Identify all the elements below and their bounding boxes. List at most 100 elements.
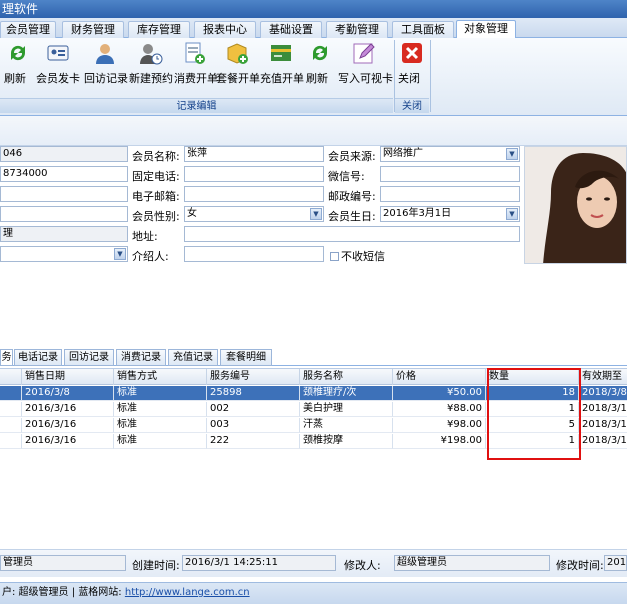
tab-object-management[interactable]: 对象管理 [456, 20, 516, 38]
creator-field: 管理员 [0, 555, 126, 571]
tab-inventory-management[interactable]: 库存管理 [128, 21, 190, 38]
service-name-cell: 美白护理 [300, 402, 393, 417]
column-header-service-code[interactable]: 服务编号 [207, 369, 300, 385]
valid-until-cell: 2018/3/16 [579, 434, 627, 449]
write-visible-card-button[interactable]: 写入可视卡 [338, 40, 393, 92]
member-level-field[interactable]: 理 [0, 226, 128, 242]
birthday-label: 会员生日: [328, 210, 376, 223]
member-source-value: 网络推广 [383, 148, 423, 159]
column-header-service-name[interactable]: 服务名称 [300, 369, 393, 385]
service-code-cell: 003 [207, 418, 300, 433]
user-icon [96, 44, 114, 64]
password-field[interactable] [0, 206, 128, 222]
no-sms-label: 不收短信 [341, 250, 385, 263]
member-name-label: 会员名称: [132, 150, 180, 163]
sale-method-cell: 标准 [114, 434, 207, 449]
gender-select[interactable]: 女 ▼ [184, 206, 324, 222]
refresh-button[interactable]: 刷新 [4, 40, 32, 92]
row-indicator [0, 418, 22, 433]
quantity-column-highlight-box [487, 368, 581, 460]
refresh-button-2[interactable]: 刷新 [306, 40, 334, 92]
email-field[interactable] [184, 186, 324, 202]
row-indicator [0, 434, 22, 449]
close-button[interactable]: 关闭 [398, 40, 426, 92]
sale-date-cell: 2016/3/16 [22, 434, 114, 449]
tab-attendance-management[interactable]: 考勤管理 [326, 21, 388, 38]
tab-basic-settings[interactable]: 基础设置 [260, 21, 322, 38]
tab-phone-records[interactable]: 电话记录 [14, 349, 62, 366]
chevron-down-icon: ▼ [506, 148, 518, 160]
issue-card-button[interactable]: 会员发卡 [36, 40, 80, 92]
recharge-order-button[interactable]: 充值开单 [260, 40, 304, 92]
record-audit-bar: 管理员 创建时间: 2016/3/1 14:25:11 修改人: 超级管理员 修… [0, 549, 627, 577]
tab-recharge-records[interactable]: 充值记录 [168, 349, 218, 366]
member-photo [524, 146, 627, 264]
gender-value: 女 [187, 208, 197, 219]
wechat-field[interactable] [380, 166, 520, 182]
tab-service[interactable]: 务 [0, 349, 13, 366]
sale-method-cell: 标准 [114, 402, 207, 417]
portrait-image [525, 147, 626, 263]
sale-date-cell: 2016/3/16 [22, 402, 114, 417]
valid-until-cell: 2018/3/16 [579, 418, 627, 433]
column-header-valid-until[interactable]: 有效期至 [579, 369, 627, 385]
chevron-down-icon: ▼ [114, 248, 126, 260]
tab-consume-records[interactable]: 消费记录 [116, 349, 166, 366]
no-sms-checkbox[interactable]: 不收短信 [330, 248, 385, 264]
service-name-cell: 颈椎理疗/次 [300, 386, 393, 401]
tab-finance-management[interactable]: 财务管理 [62, 21, 124, 38]
service-code-cell: 222 [207, 434, 300, 449]
sale-date-cell: 2016/3/8 [22, 386, 114, 401]
recharge-icon [271, 45, 291, 61]
tab-tool-panel[interactable]: 工具面板 [392, 21, 454, 38]
tab-visit-records[interactable]: 回访记录 [64, 349, 114, 366]
store-select[interactable]: ▼ [0, 246, 128, 262]
address-field[interactable] [184, 226, 520, 242]
consume-order-button[interactable]: 消费开单 [174, 40, 218, 92]
member-source-select[interactable]: 网络推广 ▼ [380, 146, 520, 162]
modified-time-label: 修改时间: [556, 559, 604, 572]
sale-method-cell: 标准 [114, 418, 207, 433]
tab-member-management[interactable]: 会员管理 [0, 21, 56, 38]
id-field[interactable] [0, 186, 128, 202]
mobile-phone-field[interactable]: 8734000 [0, 166, 128, 182]
refresh-icon [10, 45, 26, 61]
column-header-sale-method[interactable]: 销售方式 [114, 369, 207, 385]
tab-package-details[interactable]: 套餐明细 [220, 349, 272, 366]
created-time-field: 2016/3/1 14:25:11 [182, 555, 336, 571]
member-card-icon [47, 45, 69, 61]
referrer-field[interactable] [184, 246, 324, 262]
card-number-field[interactable]: 046 [0, 146, 128, 162]
modifier-label: 修改人: [344, 559, 381, 572]
package-order-button[interactable]: 套餐开单 [216, 40, 260, 92]
package-order-icon [227, 43, 248, 64]
row-indicator-header [0, 369, 22, 385]
fixed-phone-field[interactable] [184, 166, 324, 182]
checkbox-box[interactable] [330, 252, 339, 261]
birthday-picker[interactable]: 2016年3月1日 ▼ [380, 206, 520, 222]
status-separator: | [71, 587, 76, 598]
website-link[interactable]: http://www.lange.com.cn [125, 587, 250, 598]
price-cell: ¥50.00 [393, 386, 486, 401]
postcode-label: 邮政编号: [328, 190, 376, 203]
created-time-label: 创建时间: [132, 559, 180, 572]
record-sub-tabs: 务 电话记录 回访记录 消费记录 充值记录 套餐明细 [0, 348, 627, 366]
member-source-label: 会员来源: [328, 150, 376, 163]
column-header-sale-date[interactable]: 销售日期 [22, 369, 114, 385]
service-code-cell: 002 [207, 402, 300, 417]
current-user-text: 户: 超级管理员 [2, 587, 69, 598]
service-name-cell: 汗蒸 [300, 418, 393, 433]
postcode-field[interactable] [380, 186, 520, 202]
tab-report-center[interactable]: 报表中心 [194, 21, 256, 38]
price-cell: ¥98.00 [393, 418, 486, 433]
appointment-icon [140, 44, 163, 65]
valid-until-cell: 2018/3/16 [579, 402, 627, 417]
gender-label: 会员性别: [132, 210, 180, 223]
form-header-strip [0, 116, 627, 146]
member-name-field[interactable]: 张萍 [184, 146, 324, 162]
column-header-price[interactable]: 价格 [393, 369, 486, 385]
visit-record-button[interactable]: 回访记录 [84, 40, 128, 92]
price-cell: ¥88.00 [393, 402, 486, 417]
status-bar: 户: 超级管理员 | 蓝格网站: http://www.lange.com.cn [0, 582, 627, 604]
new-appointment-button[interactable]: 新建预约 [129, 40, 173, 92]
